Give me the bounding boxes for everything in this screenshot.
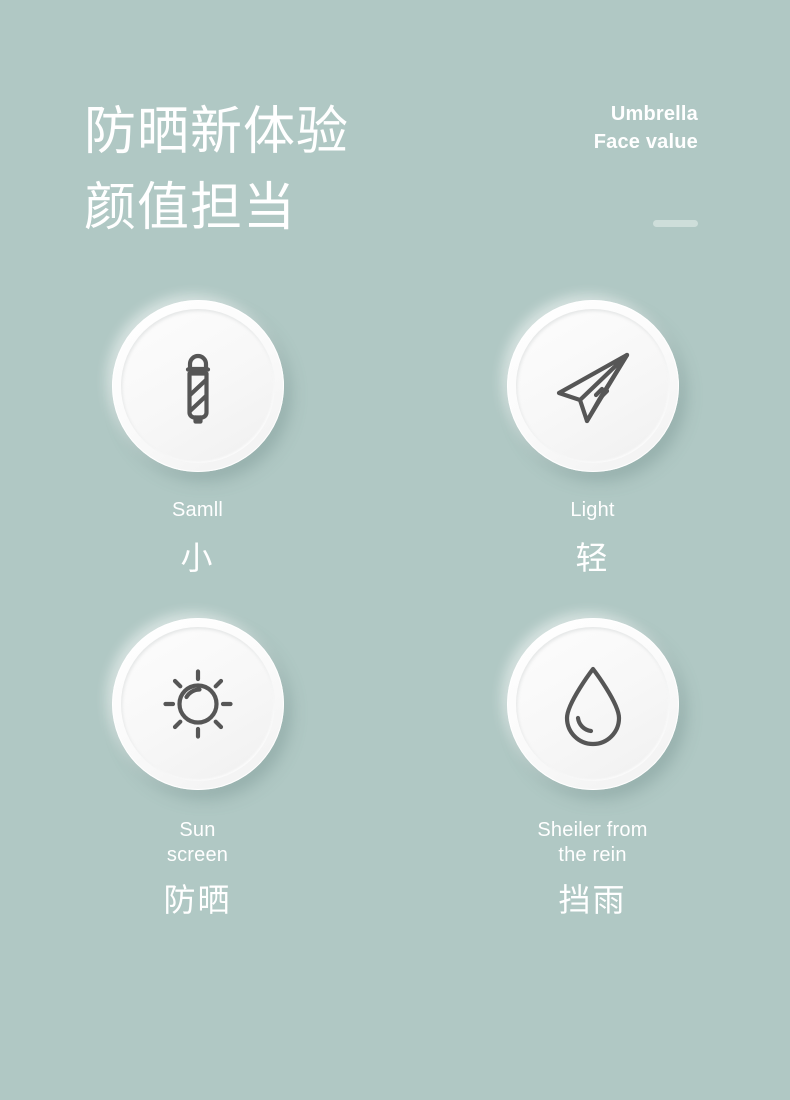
page-title-line-1: 防晒新体验 xyxy=(84,103,350,161)
page-title-line-2: 颜值担当 xyxy=(84,179,297,237)
feature-label-cn-small: 小 xyxy=(180,540,215,576)
promo-page: 防晒新体验 颜值担当 Umbrella Face value Samll 小 L… xyxy=(0,0,790,1100)
feature-badge-small[interactable] xyxy=(111,300,284,472)
feature-badge-rainshelter[interactable] xyxy=(506,618,679,790)
feature-label-cn-sunscreen: 防晒 xyxy=(163,882,232,918)
sun-icon xyxy=(162,669,233,739)
feature-label-en-rainshelter: Sheiler from the rein xyxy=(537,819,648,866)
feature-row-top: Samll 小 Light 轻 xyxy=(0,300,790,577)
eyebrow-divider-rule xyxy=(653,220,698,227)
feature-grid: Samll 小 Light 轻 Sun screen 防晒 Sheiler fr… xyxy=(0,300,790,919)
feature-label-cn-rainshelter: 挡雨 xyxy=(558,882,627,918)
feature-item-light[interactable]: Light 轻 xyxy=(395,300,790,577)
feature-label-en-sunscreen: Sun screen xyxy=(166,819,229,866)
feature-item-rainshelter[interactable]: Sheiler from the rein 挡雨 xyxy=(395,618,790,919)
page-title: 防晒新体验 颜值担当 xyxy=(84,94,349,246)
feature-label-en-small: Samll xyxy=(171,499,223,521)
water-drop-icon xyxy=(564,666,621,747)
paper-plane-icon xyxy=(556,352,629,424)
feature-label-cn-light: 轻 xyxy=(575,540,610,576)
feature-item-small[interactable]: Samll 小 xyxy=(0,300,395,577)
feature-badge-light[interactable] xyxy=(506,300,679,472)
brand-eyebrow-line-1: Umbrella xyxy=(610,103,698,125)
folded-umbrella-icon xyxy=(185,353,210,424)
feature-badge-sunscreen[interactable] xyxy=(111,618,284,790)
brand-eyebrow: Umbrella Face value xyxy=(594,100,698,156)
feature-row-bottom: Sun screen 防晒 Sheiler from the rein 挡雨 xyxy=(0,618,790,919)
feature-item-sunscreen[interactable]: Sun screen 防晒 xyxy=(0,618,395,919)
brand-eyebrow-line-2: Face value xyxy=(593,131,698,153)
page-header: 防晒新体验 颜值担当 Umbrella Face value xyxy=(0,0,790,280)
feature-label-en-light: Light xyxy=(570,499,615,521)
